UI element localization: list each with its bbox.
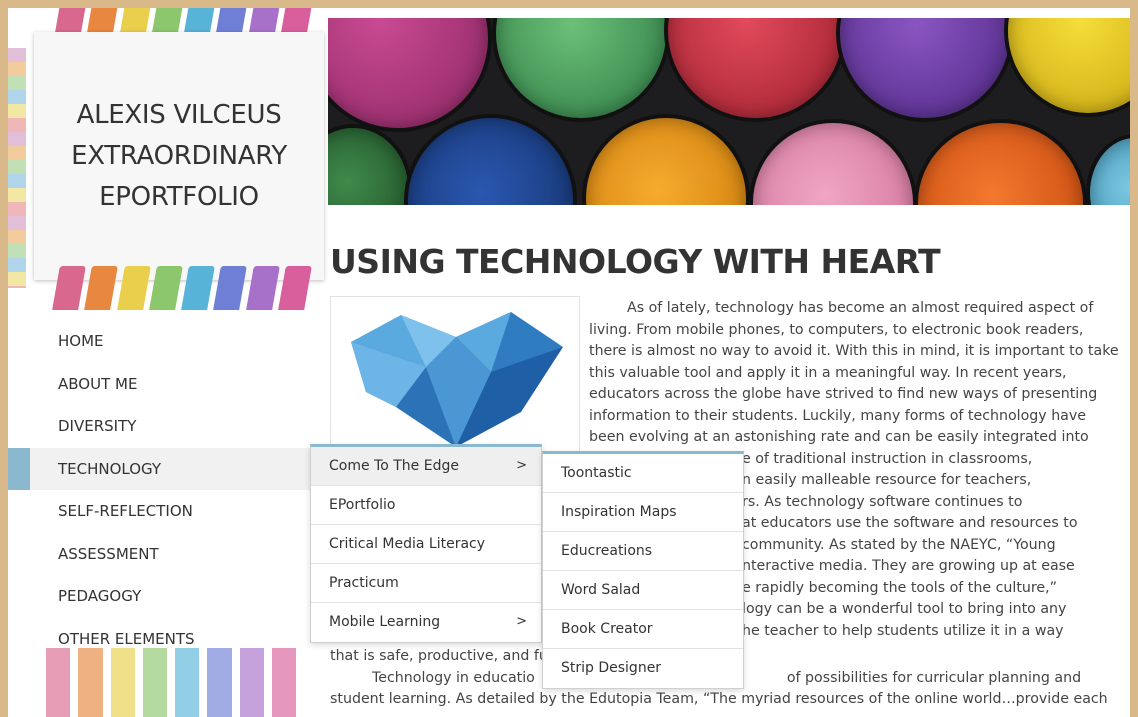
- site-title-line-2: EXTRAORDINARY: [71, 140, 287, 171]
- menu-item-educreations[interactable]: Educreations: [543, 532, 743, 571]
- decorative-stripe: [52, 266, 87, 310]
- menu-item-mobile-learning[interactable]: Mobile Learning >: [311, 603, 541, 642]
- menu-item-eportfolio[interactable]: EPortfolio: [311, 486, 541, 525]
- decorative-stripe: [142, 648, 167, 717]
- chevron-right-icon: >: [516, 458, 527, 473]
- decorative-stripe: [84, 266, 119, 310]
- nav-item-self-reflection[interactable]: SELF-REFLECTION: [8, 490, 318, 533]
- chevron-right-icon: >: [516, 614, 527, 629]
- menu-item-come-to-the-edge[interactable]: Come To The Edge >: [311, 447, 541, 486]
- decorative-edge: [8, 48, 26, 288]
- menu-item-practicum[interactable]: Practicum: [311, 564, 541, 603]
- nav-item-home[interactable]: HOME: [8, 320, 318, 363]
- paint-can-orange-red: [918, 123, 1083, 205]
- come-to-the-edge-submenu: Toontastic Inspiration Maps Educreations…: [542, 451, 744, 689]
- paint-can-yellow: [1008, 18, 1130, 113]
- title-box: ALEXIS VILCEUS EXTRAORDINARY EPORTFOLIO: [34, 32, 324, 280]
- paragraph-line: information to their students. Luckily, …: [589, 407, 1086, 424]
- nav-item-technology[interactable]: TECHNOLOGY: [8, 447, 318, 490]
- paint-can-darkgreen: [328, 128, 408, 205]
- paragraph-line: educators across the globe have strived …: [589, 386, 1098, 402]
- nav-item-assessment[interactable]: ASSESSMENT: [8, 533, 318, 576]
- nav-item-pedagogy[interactable]: PEDAGOGY: [8, 575, 318, 618]
- decorative-stripe: [239, 648, 264, 717]
- menu-item-toontastic[interactable]: Toontastic: [543, 454, 743, 493]
- menu-item-critical-media-literacy[interactable]: Critical Media Literacy: [311, 525, 541, 564]
- decorative-stripe: [271, 648, 296, 717]
- paint-can-magenta: [328, 18, 488, 128]
- paragraph-line: As of lately, technology has become an a…: [627, 300, 1094, 316]
- decorative-stripes-bottom: [52, 266, 312, 310]
- paint-can-green: [496, 18, 666, 118]
- header-image: [328, 18, 1130, 205]
- menu-item-book-creator[interactable]: Book Creator: [543, 610, 743, 649]
- decorative-stripe: [46, 648, 71, 717]
- page-frame: ALEXIS VILCEUS EXTRAORDINARY EPORTFOLIO …: [8, 8, 1130, 717]
- decorative-stripe: [181, 266, 216, 310]
- decorative-stripe: [116, 266, 151, 310]
- decorative-stripe: [213, 266, 248, 310]
- paragraph-line: there is almost no way to avoid it. With…: [589, 343, 1119, 359]
- paint-can-red: [668, 18, 843, 118]
- paragraph-line: student learning. As detailed by the Edu…: [330, 691, 1108, 707]
- decorative-stripe: [78, 648, 103, 717]
- nav-item-diversity[interactable]: DIVERSITY: [8, 405, 318, 448]
- decorative-stripes-footer: [46, 648, 296, 717]
- technology-submenu: Come To The Edge > EPortfolio Critical M…: [310, 444, 542, 643]
- paragraph-line: been evolving at an astonishing rate and…: [589, 429, 1089, 445]
- page-title: USING TECHNOLOGY WITH HEART: [330, 242, 941, 281]
- site-title-line-3: EPORTFOLIO: [99, 181, 259, 212]
- menu-item-inspiration-maps[interactable]: Inspiration Maps: [543, 493, 743, 532]
- menu-item-strip-designer[interactable]: Strip Designer: [543, 649, 743, 688]
- decorative-stripe: [277, 266, 312, 310]
- paragraph-line: living. From mobile phones, to computers…: [589, 321, 1084, 338]
- menu-item-word-salad[interactable]: Word Salad: [543, 571, 743, 610]
- heart-image: [330, 296, 580, 461]
- site-title-card: ALEXIS VILCEUS EXTRAORDINARY EPORTFOLIO: [30, 8, 330, 310]
- decorative-stripe: [175, 648, 200, 717]
- main-nav: HOME ABOUT ME DIVERSITY TECHNOLOGY SELF-…: [8, 320, 318, 660]
- site-title-line-1: ALEXIS VILCEUS: [76, 99, 282, 130]
- decorative-stripe: [245, 266, 280, 310]
- paint-can-cyan: [1090, 138, 1130, 205]
- paint-can-orange: [586, 118, 746, 205]
- decorative-stripe: [148, 266, 183, 310]
- paint-can-purple: [840, 18, 1010, 118]
- paint-can-pink: [753, 123, 913, 205]
- nav-item-about-me[interactable]: ABOUT ME: [8, 363, 318, 406]
- geometric-heart-icon: [351, 312, 563, 447]
- paint-can-blue: [408, 118, 573, 205]
- decorative-stripe: [110, 648, 135, 717]
- decorative-stripe: [207, 648, 232, 717]
- site-title[interactable]: ALEXIS VILCEUS EXTRAORDINARY EPORTFOLIO: [71, 95, 287, 218]
- paragraph-line: this valuable tool and apply it in a mea…: [589, 364, 1067, 381]
